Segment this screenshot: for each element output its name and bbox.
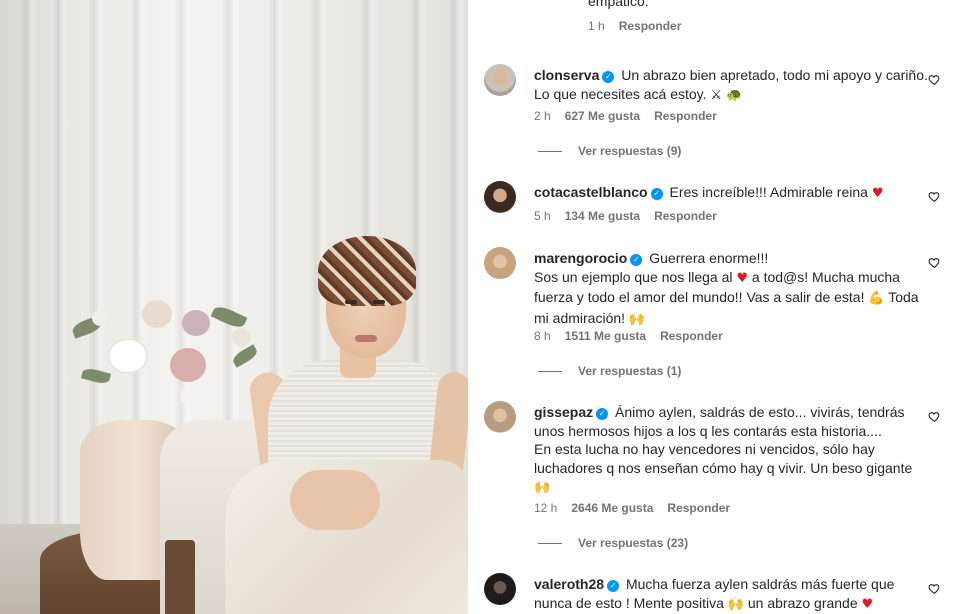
avatar[interactable] [484, 573, 516, 605]
flexed-biceps-emoji-icon: 💪 [868, 291, 885, 306]
avatar[interactable] [484, 64, 516, 96]
avatar[interactable] [484, 401, 516, 433]
reply-button[interactable]: Responder [619, 19, 682, 33]
comment-text: Sos un ejemplo que nos llega al [534, 268, 733, 285]
comment-username[interactable]: cotacastelblanco [534, 184, 648, 200]
like-heart-icon[interactable] [928, 410, 942, 424]
avatar[interactable] [484, 247, 516, 279]
comment-username[interactable]: clonserva [534, 67, 599, 83]
raising-hands-emoji-icon: 🙌 [727, 596, 744, 612]
comment-likes[interactable]: 627 Me gusta [565, 109, 640, 123]
view-replies-button[interactable]: Ver respuestas (23) [538, 536, 688, 550]
red-heart-emoji-icon: ♥ [736, 270, 749, 286]
view-replies-button[interactable]: Ver respuestas (1) [538, 364, 681, 378]
comment-text: Eres increíble!!! Admirable reina [669, 184, 868, 200]
comment-time: 8 h [534, 329, 551, 343]
like-heart-icon[interactable] [928, 582, 942, 596]
comment-username[interactable]: valeroth28 [534, 576, 604, 592]
verified-badge-icon: ✓ [650, 188, 663, 200]
comments-panel: empático. 1 h Responder clonserva ✓ Un ab… [468, 0, 964, 614]
comment-time: 12 h [534, 501, 558, 515]
reply-button[interactable]: Responder [654, 109, 717, 123]
comment-time: 5 h [534, 209, 551, 223]
reply-button[interactable]: Responder [654, 209, 717, 223]
verified-badge-icon: ✓ [602, 71, 615, 83]
red-heart-emoji-icon: ♥ [861, 596, 874, 612]
swords-turtle-emoji-icon: ⚔ 🐢 [710, 87, 743, 103]
comment-time: 1 h [588, 19, 605, 33]
comment-text: Guerrera enorme!!! [649, 250, 769, 266]
comment-likes[interactable]: 1511 Me gusta [565, 329, 646, 343]
verified-badge-icon: ✓ [607, 580, 620, 592]
comment-text: un abrazo grande [747, 594, 858, 611]
avatar[interactable] [484, 181, 516, 213]
verified-badge-icon: ✓ [596, 408, 609, 420]
reply-button[interactable]: Responder [667, 501, 730, 515]
comment-text-partial: empático. [588, 0, 649, 9]
like-heart-icon[interactable] [928, 190, 942, 204]
post-image [0, 0, 468, 614]
comment-username[interactable]: marengorocio [534, 250, 627, 266]
verified-badge-icon: ✓ [630, 254, 643, 266]
comment-username[interactable]: gissepaz [534, 404, 593, 420]
like-heart-icon[interactable] [928, 73, 942, 87]
comment-likes[interactable]: 134 Me gusta [565, 209, 640, 223]
raising-hands-emoji-icon: 🙌 [534, 480, 551, 495]
comment-text: En esta lucha no hay vencedores ni venci… [534, 441, 913, 476]
comment-time: 2 h [534, 109, 551, 123]
headscarf [318, 236, 416, 306]
raising-hands-emoji-icon: 🙌 [628, 311, 646, 327]
like-heart-icon[interactable] [928, 256, 942, 270]
view-replies-button[interactable]: Ver respuestas (9) [538, 144, 681, 158]
comment-likes[interactable]: 2646 Me gusta [571, 501, 653, 515]
red-heart-emoji-icon: ♥ [871, 186, 884, 201]
reply-button[interactable]: Responder [660, 329, 723, 343]
flower-bouquet [62, 280, 262, 430]
